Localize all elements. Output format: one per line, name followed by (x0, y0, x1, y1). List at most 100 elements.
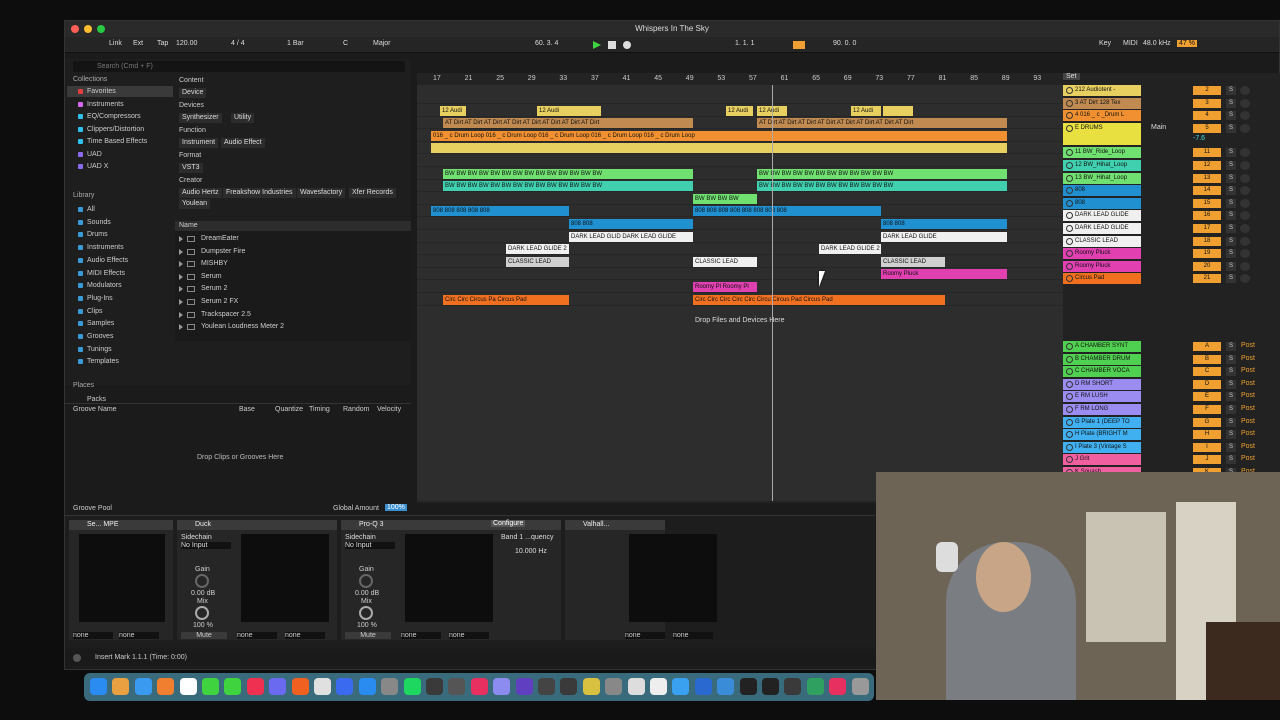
return-letter[interactable]: I (1193, 442, 1221, 452)
track-number[interactable]: 14 (1193, 186, 1221, 196)
app11-icon[interactable] (694, 678, 712, 695)
track-header[interactable]: DARK LEAD GLIDE (1063, 223, 1141, 234)
gain-knob[interactable] (359, 574, 373, 588)
arrangement-clip[interactable]: DARK LEAD GLIDE 2 (819, 244, 881, 255)
solo-button[interactable]: S (1226, 417, 1236, 427)
arrangement-clip[interactable] (883, 105, 913, 116)
record-icon[interactable] (623, 41, 631, 49)
arrangement-clip[interactable]: BW BW BW BW (693, 193, 757, 204)
arrangement-clip[interactable]: Circ Circ Circus Pa Circus Pad (443, 294, 569, 305)
arrangement-clip[interactable]: BW BW BW BW BW BW BW BW BW BW BW BW (757, 181, 1007, 192)
return-letter[interactable]: H (1193, 430, 1221, 440)
post-button[interactable]: Post (1241, 455, 1255, 462)
library-item-3[interactable]: Instruments (67, 242, 173, 253)
arrangement-clip[interactable]: CLASSIC LEAD (506, 256, 569, 267)
facetime-icon[interactable] (224, 678, 242, 695)
expand-arrow-icon[interactable] (179, 236, 183, 242)
result-item[interactable]: Dumpster Fire (175, 246, 411, 258)
mix-knob[interactable] (359, 606, 373, 620)
global-amount-field[interactable]: 100% (385, 504, 407, 511)
track-header[interactable]: 13 BW_Hihat_Loop (1063, 172, 1141, 184)
track-header[interactable]: Roomy Pluck (1063, 248, 1141, 260)
return-track-header[interactable]: H Plate (BRIGHT M (1063, 429, 1141, 441)
xcode-icon[interactable] (358, 678, 376, 695)
arrangement-clip[interactable]: DARK LEAD GLIDE (881, 231, 1007, 242)
post-button[interactable]: Post (1241, 430, 1255, 437)
track-header[interactable]: 808 (1063, 185, 1141, 197)
arrangement-clip[interactable]: 808 808 (881, 219, 1007, 229)
arrangement-clip[interactable]: AT Dirt AT Dirt AT Dirt AT Dirt AT Dirt … (757, 118, 1007, 129)
device-1[interactable]: Duck Sidechain No Input Gain 0.00 dB Mix 100 %… (177, 520, 337, 640)
device-title[interactable]: Duck (177, 520, 337, 530)
input-select-1[interactable]: none (237, 632, 277, 639)
arrangement-clip[interactable]: 808 808 808 808 808 (431, 206, 569, 217)
browser-search-input[interactable]: Search (Cmd + F) (73, 61, 405, 72)
solo-button[interactable]: S (1226, 86, 1236, 95)
solo-button[interactable]: S (1226, 442, 1236, 452)
library-item-11[interactable]: Tunings (67, 344, 173, 355)
library-item-4[interactable]: Audio Effects (67, 255, 173, 266)
arm-button[interactable] (1240, 274, 1250, 284)
close-window-button[interactable] (71, 25, 79, 33)
device-title[interactable]: Valhall... (565, 520, 665, 530)
filter-chip-audio-effect[interactable]: Audio Effect (221, 138, 265, 148)
track-header[interactable]: Roomy Pluck (1063, 260, 1141, 272)
filter-chip-wavesfactory[interactable]: Wavesfactory (297, 188, 346, 198)
groove-drop-zone[interactable]: Drop Clips or Grooves Here (197, 454, 283, 461)
arrangement-clip[interactable]: 808 808 (569, 219, 693, 229)
appstore-icon[interactable] (134, 678, 152, 695)
messages-icon[interactable] (202, 678, 219, 695)
track-header[interactable]: 12 BW_Hihat_Loop (1063, 160, 1141, 171)
arrangement-clip[interactable] (431, 143, 1007, 154)
track-header[interactable]: 808 (1063, 197, 1141, 209)
track-number[interactable]: 18 (1193, 236, 1221, 246)
calendar-icon[interactable] (179, 678, 197, 695)
arrangement-clip[interactable]: AT Dirt AT Dirt AT Dirt AT Dirt AT Dirt … (443, 118, 693, 129)
solo-button[interactable]: S (1226, 111, 1236, 121)
track-number[interactable]: 3 (1193, 98, 1221, 108)
track-number[interactable]: 16 (1193, 211, 1221, 221)
filter-chip-utility[interactable]: Utility (231, 113, 255, 123)
solo-button[interactable]: S (1226, 367, 1236, 377)
arm-button[interactable] (1240, 161, 1250, 170)
track-number[interactable]: 17 (1193, 224, 1221, 233)
solo-button[interactable]: S (1226, 186, 1236, 196)
solo-button[interactable]: S (1226, 211, 1236, 221)
arrangement-clip[interactable]: DARK LEAD GLIDE 2 (506, 244, 569, 255)
time-signature-field[interactable]: 4 / 4 (231, 40, 245, 47)
track-header[interactable]: 4 016 _ c _Drum L (1063, 110, 1141, 122)
app8-icon[interactable] (627, 678, 645, 695)
library-item-9[interactable]: Samples (67, 318, 173, 329)
app14-icon[interactable] (762, 678, 779, 695)
library-item-10[interactable]: Grooves (67, 331, 173, 342)
library-item-8[interactable]: Clips (67, 306, 173, 317)
volume-field[interactable]: -7.6 (1193, 135, 1205, 142)
app4-icon[interactable] (538, 678, 555, 695)
library-item-2[interactable]: Drums (67, 229, 173, 240)
solo-button[interactable]: S (1226, 249, 1236, 259)
solo-button[interactable]: S (1226, 405, 1236, 414)
arm-button[interactable] (1240, 211, 1250, 221)
input-select-1[interactable]: none (401, 632, 441, 639)
chrome-icon[interactable] (112, 678, 130, 695)
solo-button[interactable]: S (1226, 224, 1236, 233)
device-0[interactable]: Se... MPE none none (69, 520, 173, 640)
expand-arrow-icon[interactable] (179, 311, 183, 318)
post-button[interactable]: Post (1241, 392, 1255, 399)
arrangement-clip[interactable]: 016 _ c Drum Loop 016 _ c Drum Loop 016 … (431, 130, 1007, 141)
device-title[interactable]: Pro-Q 3 (341, 520, 561, 530)
collection-item-2[interactable]: EQ/Compressors (67, 111, 173, 122)
filter-chip-xfer[interactable]: Xfer Records (349, 188, 396, 198)
track-header[interactable]: E DRUMS (1063, 122, 1141, 145)
spotify-icon[interactable] (403, 678, 421, 695)
tap-button[interactable]: Tap (157, 40, 168, 47)
library-item-1[interactable]: Sounds (67, 217, 173, 228)
input-select-2[interactable]: none (449, 632, 489, 639)
quantize-menu[interactable]: 1 Bar (287, 40, 304, 47)
solo-button[interactable]: S (1226, 236, 1236, 246)
pages-icon[interactable] (157, 678, 175, 695)
return-letter[interactable]: C (1193, 367, 1221, 377)
solo-button[interactable]: S (1226, 261, 1236, 271)
stop-icon[interactable] (608, 41, 616, 49)
arrangement-position[interactable]: 60. 3. 4 (535, 40, 558, 47)
